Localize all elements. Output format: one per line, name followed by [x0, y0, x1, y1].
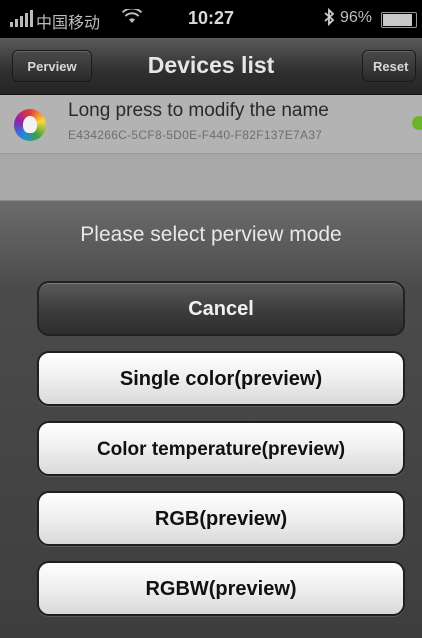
rgbw-preview-button[interactable]: RGBW(preview) [37, 561, 405, 616]
device-id: E434266C-5CF8-5D0E-F440-F82F137E7A37 [68, 128, 323, 142]
navigation-bar: Perview Devices list Reset [0, 38, 422, 95]
device-name: Long press to modify the name [68, 100, 329, 121]
reset-button[interactable]: Reset [362, 50, 416, 82]
cancel-button[interactable]: Cancel [37, 281, 405, 336]
status-bar: 中国移动 10:27 96% [0, 0, 422, 38]
device-list: Long press to modify the name E434266C-5… [0, 95, 422, 200]
bluetooth-icon [323, 7, 335, 31]
page-title: Devices list [147, 52, 275, 78]
color-wheel-bulb-icon [14, 109, 46, 141]
battery-icon [381, 12, 417, 28]
action-sheet: Please select perview mode Cancel Single… [0, 200, 422, 638]
rgb-preview-button[interactable]: RGB(preview) [37, 491, 405, 546]
action-sheet-title: Please select perview mode [80, 223, 342, 246]
single-color-preview-button[interactable]: Single color(preview) [37, 351, 405, 406]
status-dot-icon [412, 116, 422, 130]
device-row[interactable]: Long press to modify the name E434266C-5… [0, 95, 422, 154]
color-temperature-preview-button[interactable]: Color temperature(preview) [37, 421, 405, 476]
battery-percent: 96% [340, 9, 373, 26]
